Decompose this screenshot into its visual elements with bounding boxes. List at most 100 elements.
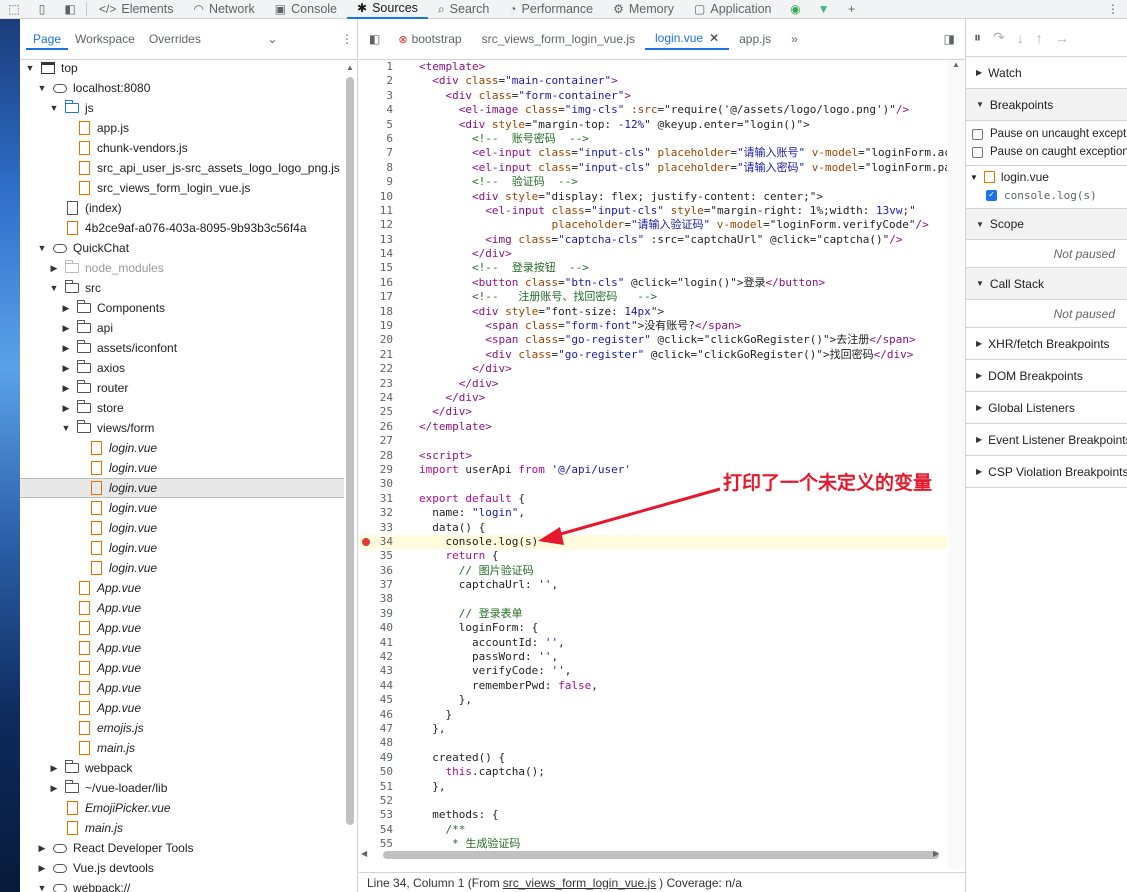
editor-horizontal-scrollbar[interactable] <box>383 851 939 859</box>
tree-item[interactable]: login.vue <box>20 438 344 458</box>
line-number[interactable]: 4 <box>359 103 399 117</box>
tree-item[interactable]: main.js <box>20 738 344 758</box>
tree-item[interactable]: ▶ React Developer Tools <box>20 838 344 858</box>
tree-item[interactable]: EmojiPicker.vue <box>20 798 344 818</box>
line-number[interactable]: 5 <box>359 118 399 132</box>
tree-item[interactable]: login.vue <box>20 518 344 538</box>
tab-console[interactable]: ▣ Console <box>265 0 347 19</box>
breakpoint-file[interactable]: ▼ login.vue <box>966 168 1127 186</box>
tree-item[interactable]: login.vue <box>20 538 344 558</box>
line-number[interactable]: 14 <box>359 247 399 261</box>
breakpoint-entry[interactable]: ✓ console.log(s) <box>966 186 1127 204</box>
line-number[interactable]: 20 <box>359 333 399 347</box>
toggle-navigator-icon[interactable]: ◧ <box>359 28 388 50</box>
watch-section[interactable]: ▶ Watch <box>966 57 1127 89</box>
call-stack-section[interactable]: ▼ Call Stack <box>966 268 1127 300</box>
line-number[interactable]: 53 <box>359 808 399 822</box>
csp-violation-breakpoints-section[interactable]: ▶ CSP Violation Breakpoints <box>966 456 1127 488</box>
line-number[interactable]: 1 <box>359 60 399 74</box>
line-number[interactable]: 38 <box>359 592 399 606</box>
lighthouse-icon[interactable]: ◉ <box>782 0 810 18</box>
line-number[interactable]: 23 <box>359 377 399 391</box>
source-map-link[interactable]: src_views_form_login_vue.js <box>503 876 656 890</box>
breakpoint-marker[interactable] <box>362 537 370 546</box>
tree-item[interactable]: App.vue <box>20 678 344 698</box>
expanded-triangle-icon[interactable]: ▼ <box>60 423 72 433</box>
navigator-more-tabs-icon[interactable]: ⌄ <box>262 32 282 46</box>
tree-item[interactable]: login.vue <box>20 478 344 498</box>
more-tabs-icon[interactable]: » <box>781 28 808 50</box>
line-number[interactable]: 44 <box>359 679 399 693</box>
tree-item[interactable]: App.vue <box>20 658 344 678</box>
line-number[interactable]: 54 <box>359 823 399 837</box>
line-number[interactable]: 3 <box>359 89 399 103</box>
tree-item[interactable]: emojis.js <box>20 718 344 738</box>
line-number[interactable]: 13 <box>359 233 399 247</box>
collapsed-triangle-icon[interactable]: ▶ <box>48 783 60 794</box>
line-number[interactable]: 45 <box>359 693 399 707</box>
tree-item[interactable]: App.vue <box>20 618 344 638</box>
collapsed-triangle-icon[interactable]: ▶ <box>48 763 60 774</box>
tree-item[interactable]: ▶ api <box>20 318 344 338</box>
inspect-element-icon[interactable]: ⬚ <box>0 0 28 18</box>
tree-item[interactable]: App.vue <box>20 698 344 718</box>
tree-item[interactable]: ▶ node_modules <box>20 258 344 278</box>
line-number[interactable]: 40 <box>359 621 399 635</box>
breakpoints-section[interactable]: ▼ Breakpoints <box>966 89 1127 121</box>
line-number[interactable]: 18 <box>359 305 399 319</box>
line-number[interactable]: 8 <box>359 161 399 175</box>
line-number[interactable]: 52 <box>359 794 399 808</box>
line-number[interactable]: 34 <box>359 535 399 549</box>
navigator-tab-workspace[interactable]: Workspace <box>68 28 142 50</box>
line-number[interactable]: 27 <box>359 434 399 448</box>
collapsed-triangle-icon[interactable]: ▶ <box>36 843 48 854</box>
editor-tab[interactable]: ⊗ bootstrap <box>388 28 471 50</box>
line-number[interactable]: 22 <box>359 362 399 376</box>
navigator-menu-icon[interactable]: ⋮ <box>337 32 357 46</box>
expanded-triangle-icon[interactable]: ▼ <box>24 63 36 73</box>
scope-section[interactable]: ▼ Scope <box>966 208 1127 240</box>
line-number[interactable]: 43 <box>359 664 399 678</box>
scroll-left-icon[interactable]: ◀ <box>361 849 367 858</box>
tree-item[interactable]: main.js <box>20 818 344 838</box>
scroll-right-icon[interactable]: ▶ <box>933 849 939 858</box>
tree-item[interactable]: App.vue <box>20 638 344 658</box>
line-number[interactable]: 49 <box>359 751 399 765</box>
close-tab-icon[interactable]: ✕ <box>709 31 719 45</box>
line-number[interactable]: 24 <box>359 391 399 405</box>
line-number[interactable]: 31 <box>359 492 399 506</box>
editor-vertical-scrollbar[interactable]: ▲ <box>948 60 964 869</box>
line-number[interactable]: 41 <box>359 636 399 650</box>
expanded-triangle-icon[interactable]: ▼ <box>36 83 48 93</box>
pause-resume-icon[interactable]: ⏸ <box>974 29 981 46</box>
collapsed-triangle-icon[interactable]: ▶ <box>48 263 60 274</box>
tree-item[interactable]: ▶ assets/iconfont <box>20 338 344 358</box>
event-listener-breakpoints-section[interactable]: ▶ Event Listener Breakpoints <box>966 424 1127 456</box>
expanded-triangle-icon[interactable]: ▼ <box>36 243 48 253</box>
editor-tab[interactable]: src_views_form_login_vue.js <box>472 28 645 50</box>
editor-tab[interactable]: login.vue ✕ <box>645 28 730 50</box>
collapsed-triangle-icon[interactable]: ▶ <box>60 403 72 414</box>
tree-item[interactable]: login.vue <box>20 558 344 578</box>
dock-side-icon[interactable]: ◧ <box>56 0 84 18</box>
vue-devtools-icon[interactable]: ▼ <box>810 0 838 18</box>
line-number[interactable]: 10 <box>359 190 399 204</box>
tree-item[interactable]: App.vue <box>20 578 344 598</box>
line-number[interactable]: 35 <box>359 549 399 563</box>
xhr-breakpoints-section[interactable]: ▶ XHR/fetch Breakpoints <box>966 328 1127 360</box>
line-number[interactable]: 26 <box>359 420 399 434</box>
code-area[interactable]: 1 <template> 2 <div class="main-container"… <box>359 60 947 869</box>
line-number[interactable]: 2 <box>359 74 399 88</box>
tree-item[interactable]: chunk-vendors.js <box>20 138 344 158</box>
pause-uncaught-checkbox[interactable]: Pause on uncaught except <box>966 125 1127 143</box>
step-icon[interactable]: → <box>1055 30 1069 46</box>
tab-performance[interactable]: ◔ Performance <box>499 0 603 19</box>
pause-caught-checkbox[interactable]: Pause on caught exception <box>966 143 1127 161</box>
tab-network[interactable]: ◠ Network <box>183 0 264 19</box>
line-number[interactable]: 11 <box>359 204 399 218</box>
scroll-up-icon[interactable]: ▲ <box>346 63 354 72</box>
line-number[interactable]: 28 <box>359 449 399 463</box>
line-number[interactable]: 47 <box>359 722 399 736</box>
expanded-triangle-icon[interactable]: ▼ <box>48 103 60 113</box>
tree-item[interactable]: ▶ axios <box>20 358 344 378</box>
